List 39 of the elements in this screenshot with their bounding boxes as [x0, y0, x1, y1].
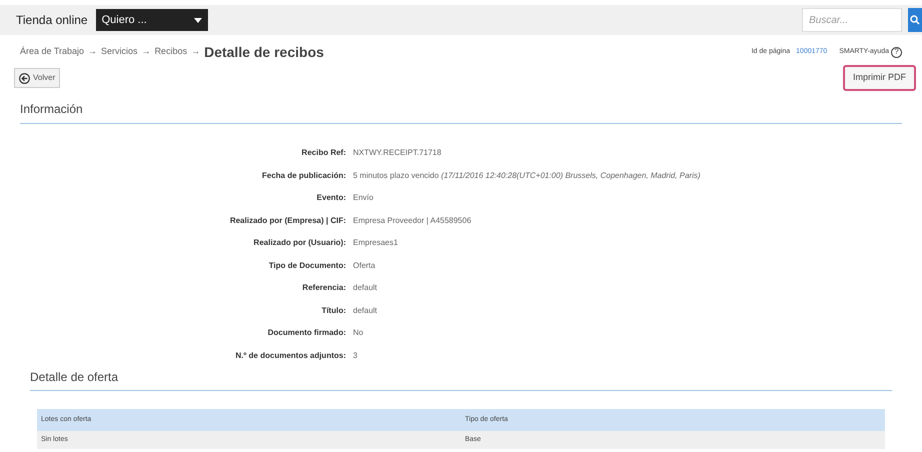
field-label: Fecha de publicación:	[260, 170, 346, 182]
field-label: Título:	[320, 304, 346, 317]
field-label: N.º de documentos adjuntos:	[234, 350, 346, 362]
field-label: Tipo de Documento:	[268, 260, 346, 272]
field-value: Oferta	[353, 260, 376, 272]
breadcrumb-separator: →	[142, 45, 151, 58]
back-button[interactable]: Volver	[14, 68, 60, 88]
breadcrumb-link[interactable]: Servicios	[101, 45, 138, 59]
field-value: default	[353, 304, 378, 317]
page-title: Detalle de recibos	[204, 42, 324, 62]
breadcrumb-link[interactable]: Recibos	[154, 45, 188, 59]
field-label: Referencia:	[301, 282, 346, 294]
field-value: NXTWY.RECEIPT.71718	[353, 147, 442, 160]
field-value: 5 minutos plazo vencido (17/11/2016 12:40:28(UTC+01:00) Brussels, Copenhagen, Madrid, Paris)	[353, 170, 700, 182]
field-value: Envío	[353, 192, 374, 204]
field-label: Realizado por (Usuario):	[252, 237, 346, 250]
breadcrumb-link[interactable]: Área de Trabajo	[20, 45, 84, 59]
field-value: Empresaes1	[353, 237, 398, 250]
field-label: Recibo Ref:	[300, 147, 346, 160]
back-arrow-icon	[19, 72, 30, 84]
print-pdf-button[interactable]: Imprimir PDF	[843, 65, 916, 91]
field-label: Realizado por (Empresa) | CIF:	[228, 214, 346, 227]
breadcrumb-separator: →	[191, 45, 200, 58]
search-button[interactable]	[908, 8, 922, 32]
field-label: Evento:	[316, 192, 346, 204]
section-title: Información	[20, 102, 83, 116]
field-label: Documento firmado:	[266, 327, 346, 340]
field-value: No	[353, 327, 364, 340]
store-title: Tienda online	[16, 12, 88, 29]
search-field[interactable]: Buscar...	[802, 8, 902, 32]
field-value: default	[353, 282, 378, 294]
caret-icon	[194, 18, 202, 22]
section-title: Detalle de oferta	[30, 370, 118, 384]
search-icon	[910, 15, 920, 25]
help-icon[interactable]: ?	[891, 46, 902, 58]
field-value: 3	[353, 350, 358, 362]
field-value: Empresa Proveedor | A45589506	[353, 214, 472, 227]
breadcrumb-separator: →	[88, 45, 98, 58]
action-dropdown[interactable]: Quiero ...	[96, 9, 208, 31]
